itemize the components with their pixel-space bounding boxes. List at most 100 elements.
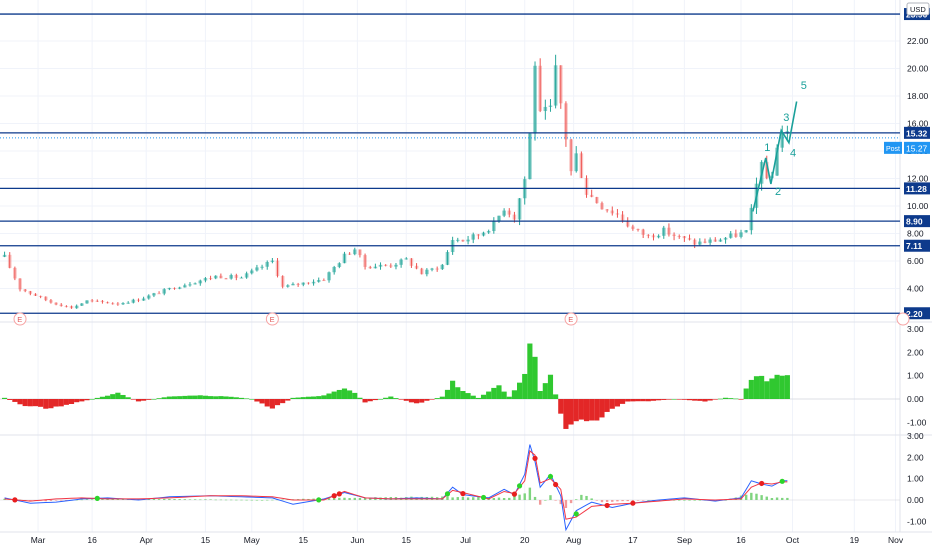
line-pane-bar bbox=[466, 497, 470, 500]
osc-bar bbox=[7, 399, 13, 400]
candle bbox=[342, 253, 347, 264]
candle bbox=[564, 103, 568, 140]
line-pane-bar bbox=[755, 493, 758, 500]
y-tick-label: 8.00 bbox=[907, 229, 924, 239]
cross-dot bbox=[460, 491, 466, 497]
osc-bar bbox=[74, 399, 80, 403]
candle bbox=[306, 282, 311, 284]
osc-bar bbox=[249, 399, 255, 400]
line-pane-bar bbox=[338, 497, 341, 500]
line-pane-bar bbox=[626, 500, 629, 502]
osc-bar bbox=[84, 399, 90, 401]
x-tick-label: 19 bbox=[850, 535, 860, 545]
price-chart[interactable]: 4.006.008.0010.0012.0014.0016.0018.0020.… bbox=[0, 0, 932, 550]
cross-dot bbox=[331, 493, 337, 499]
level-label: 7.11 bbox=[906, 241, 922, 251]
osc-bar bbox=[408, 399, 414, 403]
osc-bar bbox=[486, 391, 492, 399]
candle bbox=[358, 249, 362, 256]
y-tick-label: 4.00 bbox=[907, 284, 924, 294]
candle bbox=[2, 254, 7, 257]
line-pane-bar bbox=[245, 499, 248, 501]
osc-bar bbox=[424, 399, 430, 401]
level-label: 15.32 bbox=[906, 128, 928, 138]
osc-bar bbox=[105, 395, 111, 399]
osc-bar bbox=[460, 391, 466, 399]
osc-bar bbox=[784, 375, 790, 399]
cross-dot bbox=[532, 455, 538, 461]
osc-bar bbox=[712, 399, 718, 400]
line-pane-bar bbox=[688, 500, 691, 501]
osc-bar bbox=[614, 399, 620, 407]
y-tick-label: 1.00 bbox=[907, 474, 924, 484]
osc-bar bbox=[522, 373, 528, 399]
osc-bar bbox=[558, 399, 564, 414]
osc-bar bbox=[17, 399, 23, 405]
osc-bar bbox=[753, 376, 760, 399]
osc-bar bbox=[733, 398, 739, 400]
candle bbox=[7, 254, 12, 268]
osc-bar bbox=[553, 394, 559, 399]
candle bbox=[512, 214, 517, 220]
line-pane-bar bbox=[605, 500, 609, 502]
osc-bar bbox=[635, 399, 641, 402]
osc-bar bbox=[589, 399, 595, 421]
candle bbox=[80, 303, 84, 306]
line-pane-bar bbox=[173, 499, 176, 500]
candle bbox=[229, 275, 233, 279]
candle bbox=[486, 231, 491, 233]
candle bbox=[435, 268, 439, 270]
line-pane-bar bbox=[760, 495, 763, 500]
candle bbox=[280, 276, 285, 287]
osc-bar bbox=[511, 390, 517, 399]
candle bbox=[327, 272, 331, 281]
line-pane-bar bbox=[528, 487, 532, 500]
candle bbox=[548, 105, 553, 107]
line-pane-bar bbox=[492, 497, 496, 500]
candle bbox=[368, 266, 373, 269]
candle bbox=[136, 299, 141, 301]
line-pane-bar bbox=[513, 496, 516, 500]
osc-bar bbox=[156, 398, 162, 399]
candle bbox=[352, 249, 357, 255]
line-pane-bar bbox=[575, 499, 578, 500]
osc-bar bbox=[43, 399, 49, 409]
line-pane-bar bbox=[750, 492, 753, 500]
y-tick-label: 0.00 bbox=[907, 394, 924, 404]
y-tick-label: 6.00 bbox=[907, 256, 924, 266]
candle bbox=[296, 283, 300, 285]
osc-bar bbox=[429, 399, 435, 400]
candle bbox=[234, 275, 239, 278]
osc-bar bbox=[686, 399, 693, 401]
line-pane-bar bbox=[477, 496, 480, 500]
cross-dot bbox=[759, 480, 765, 487]
candle bbox=[270, 260, 275, 263]
osc-bar bbox=[697, 399, 703, 401]
candle bbox=[533, 65, 537, 134]
x-tick-label: Nov bbox=[888, 535, 904, 545]
y-tick-label: -1.00 bbox=[907, 516, 927, 526]
osc-bar bbox=[506, 396, 512, 399]
candle bbox=[399, 259, 403, 265]
line-pane-bar bbox=[497, 497, 501, 500]
line-pane-bar bbox=[523, 493, 526, 500]
candle bbox=[13, 267, 17, 279]
osc-bar bbox=[58, 399, 64, 407]
line-pane-bar bbox=[358, 497, 362, 500]
candle bbox=[476, 234, 481, 236]
osc-bar bbox=[692, 399, 698, 401]
osc-bar bbox=[532, 356, 538, 399]
candle bbox=[620, 214, 625, 221]
candle bbox=[23, 289, 27, 292]
osc-bar bbox=[187, 395, 193, 399]
osc-bar bbox=[475, 397, 481, 399]
candle bbox=[538, 65, 542, 112]
line-pane-bar bbox=[595, 500, 599, 501]
osc-bar bbox=[141, 399, 147, 401]
osc-bar bbox=[2, 397, 8, 399]
line-pane-bar bbox=[456, 497, 459, 500]
candle bbox=[744, 230, 748, 233]
line-pane-bar bbox=[538, 500, 542, 505]
candle bbox=[528, 133, 532, 180]
line-pane-bar bbox=[332, 498, 336, 500]
